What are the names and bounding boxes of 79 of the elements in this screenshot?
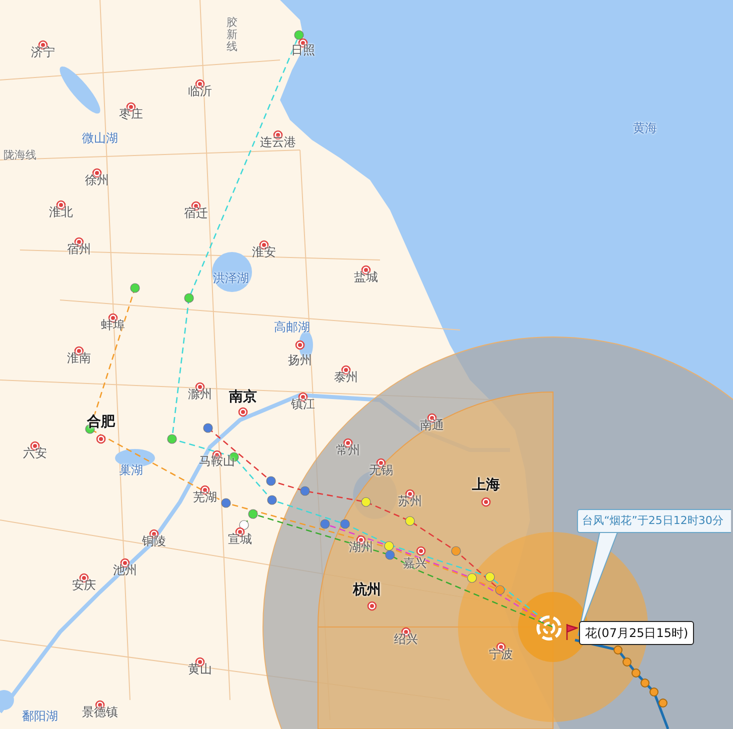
- track-point[interactable]: [495, 585, 505, 595]
- city-label: 蚌埠: [101, 319, 125, 331]
- city-label: 连云港: [260, 136, 296, 148]
- track-point[interactable]: [203, 423, 213, 433]
- city-label: 六安: [23, 447, 47, 459]
- city-label: 宣城: [228, 533, 252, 545]
- track-point[interactable]: [248, 509, 258, 519]
- city-label: 淮南: [67, 352, 91, 364]
- city-label: 嘉兴: [403, 557, 427, 569]
- city-label: 苏州: [398, 495, 422, 507]
- city-label: 黄山: [188, 663, 212, 675]
- city-label: 枣庄: [119, 108, 143, 120]
- city-label: 盐城: [354, 271, 378, 283]
- city-marker-icon: [416, 546, 426, 556]
- track-point[interactable]: [294, 30, 304, 40]
- city-label: 淮安: [252, 246, 276, 258]
- city-marker-icon: [295, 340, 305, 350]
- water-label: 洪泽湖: [213, 272, 249, 284]
- city-label: 池州: [113, 564, 137, 576]
- city-label: 宿迁: [184, 207, 208, 219]
- city-marker-icon: [238, 407, 248, 417]
- city-label: 马鞍山: [199, 455, 235, 467]
- lake: [60, 66, 100, 114]
- track-point[interactable]: [385, 550, 395, 560]
- track-point[interactable]: [184, 293, 194, 303]
- city-label: 徐州: [85, 174, 109, 186]
- flag-icon: [566, 624, 578, 640]
- typhoon-position-label: 花(07月25日15时): [579, 621, 694, 645]
- lake: [0, 690, 14, 710]
- railway-label: 陇海线: [4, 150, 36, 160]
- track-point[interactable]: [239, 520, 249, 530]
- city-label: 杭州: [353, 583, 381, 597]
- water-label: 黄海: [633, 122, 657, 134]
- water-label: 巢湖: [119, 464, 143, 476]
- city-label: 景德镇: [82, 706, 118, 718]
- city-label: 临沂: [188, 85, 212, 97]
- track-point[interactable]: [267, 495, 277, 505]
- water-label: 微山湖: [82, 132, 118, 144]
- city-label: 铜陵: [142, 535, 166, 547]
- city-label: 滁州: [188, 388, 212, 400]
- city-label: 宁波: [489, 648, 513, 660]
- city-label: 淮北: [49, 206, 73, 218]
- city-label: 泰州: [334, 371, 358, 383]
- city-label: 日照: [291, 44, 315, 56]
- city-label: 湖州: [349, 541, 373, 553]
- track-point[interactable]: [451, 546, 461, 556]
- city-label: 芜湖: [193, 491, 217, 503]
- city-label: 济宁: [31, 46, 55, 58]
- city-label: 合肥: [87, 415, 115, 429]
- track-point[interactable]: [266, 476, 276, 486]
- track-point[interactable]: [221, 498, 231, 508]
- city-label: 扬州: [288, 354, 312, 366]
- track-point[interactable]: [467, 573, 477, 583]
- track-point[interactable]: [340, 519, 350, 529]
- city-marker-icon: [96, 434, 106, 444]
- city-label: 南通: [420, 419, 444, 431]
- track-point[interactable]: [485, 572, 495, 582]
- city-label: 常州: [336, 444, 360, 456]
- city-label: 绍兴: [394, 633, 418, 645]
- track-point[interactable]: [320, 519, 330, 529]
- railway-label: 胶新线: [226, 16, 238, 54]
- city-label: 南京: [229, 390, 257, 404]
- track-point[interactable]: [361, 497, 371, 507]
- track-point[interactable]: [167, 434, 177, 444]
- track-point[interactable]: [384, 541, 394, 551]
- city-label: 镇江: [291, 398, 315, 410]
- track-point[interactable]: [300, 486, 310, 496]
- city-label: 宿州: [67, 243, 91, 255]
- water-label: 鄱阳湖: [22, 710, 58, 722]
- lake: [212, 252, 252, 292]
- track-point[interactable]: [130, 283, 140, 293]
- city-marker-icon: [481, 497, 491, 507]
- water-label: 高邮湖: [274, 321, 310, 333]
- typhoon-icon: [536, 616, 562, 640]
- city-marker-icon: [367, 601, 377, 611]
- track-point[interactable]: [405, 516, 415, 526]
- city-label: 上海: [472, 478, 500, 492]
- typhoon-callout: 台风“烟花”于25日12时30分: [577, 509, 732, 533]
- city-label: 安庆: [72, 579, 96, 591]
